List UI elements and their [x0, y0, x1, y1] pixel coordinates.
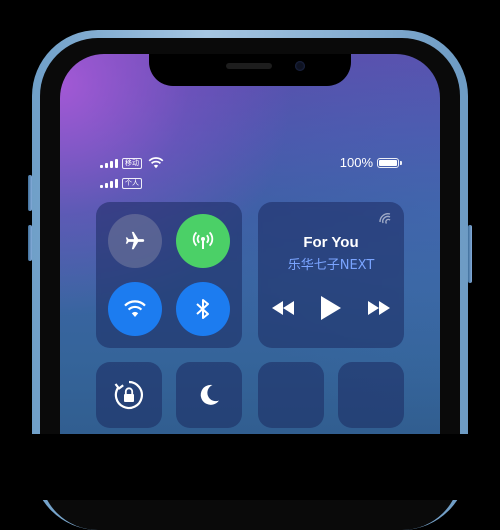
airplane-icon [125, 231, 145, 250]
moon-icon [200, 384, 219, 405]
volume-down-button [28, 225, 32, 261]
play-button[interactable] [316, 292, 346, 324]
battery-fill [379, 159, 397, 166]
connectivity-module [96, 202, 242, 348]
wifi-icon [124, 300, 146, 317]
image-bottom-crop [0, 434, 500, 500]
signal-strength-icon [100, 158, 118, 168]
front-camera [295, 61, 305, 71]
wifi-status-icon [148, 157, 164, 169]
track-artist: 乐华七子NEXT [287, 258, 375, 273]
bluetooth-icon [196, 299, 209, 319]
bluetooth-toggle[interactable] [176, 282, 230, 336]
rotation-lock-icon [114, 380, 143, 410]
volume-up-button [28, 175, 32, 211]
carrier-label: 移动 [122, 157, 142, 169]
earpiece-speaker [226, 63, 272, 69]
control-tile-empty[interactable] [258, 362, 324, 428]
rotation-lock-toggle[interactable] [96, 362, 162, 428]
status-row-sim2: 个人 [100, 178, 142, 189]
battery-percentage: 100% [339, 155, 373, 170]
fast-forward-icon [368, 301, 390, 315]
cellular-data-toggle[interactable] [176, 214, 230, 268]
notch [149, 54, 351, 86]
rewind-icon [272, 301, 294, 315]
wifi-toggle[interactable] [108, 282, 162, 336]
status-row-sim1: 移动 [100, 157, 164, 169]
now-playing-module: For You 乐华七子NEXT [258, 202, 404, 348]
control-tile-empty[interactable] [338, 362, 404, 428]
rewind-button[interactable] [268, 296, 298, 320]
battery-indicator: 100% [339, 155, 402, 170]
carrier-label: 个人 [122, 178, 142, 189]
airplay-icon[interactable] [378, 212, 392, 224]
signal-strength-icon [100, 179, 118, 188]
side-power-button [468, 225, 472, 283]
airplane-mode-toggle[interactable] [108, 214, 162, 268]
battery-icon [377, 157, 402, 168]
cellular-antenna-icon [192, 231, 214, 249]
fast-forward-button[interactable] [364, 296, 394, 320]
do-not-disturb-toggle[interactable] [176, 362, 242, 428]
track-title[interactable]: For You [258, 234, 404, 251]
play-icon [321, 296, 341, 320]
